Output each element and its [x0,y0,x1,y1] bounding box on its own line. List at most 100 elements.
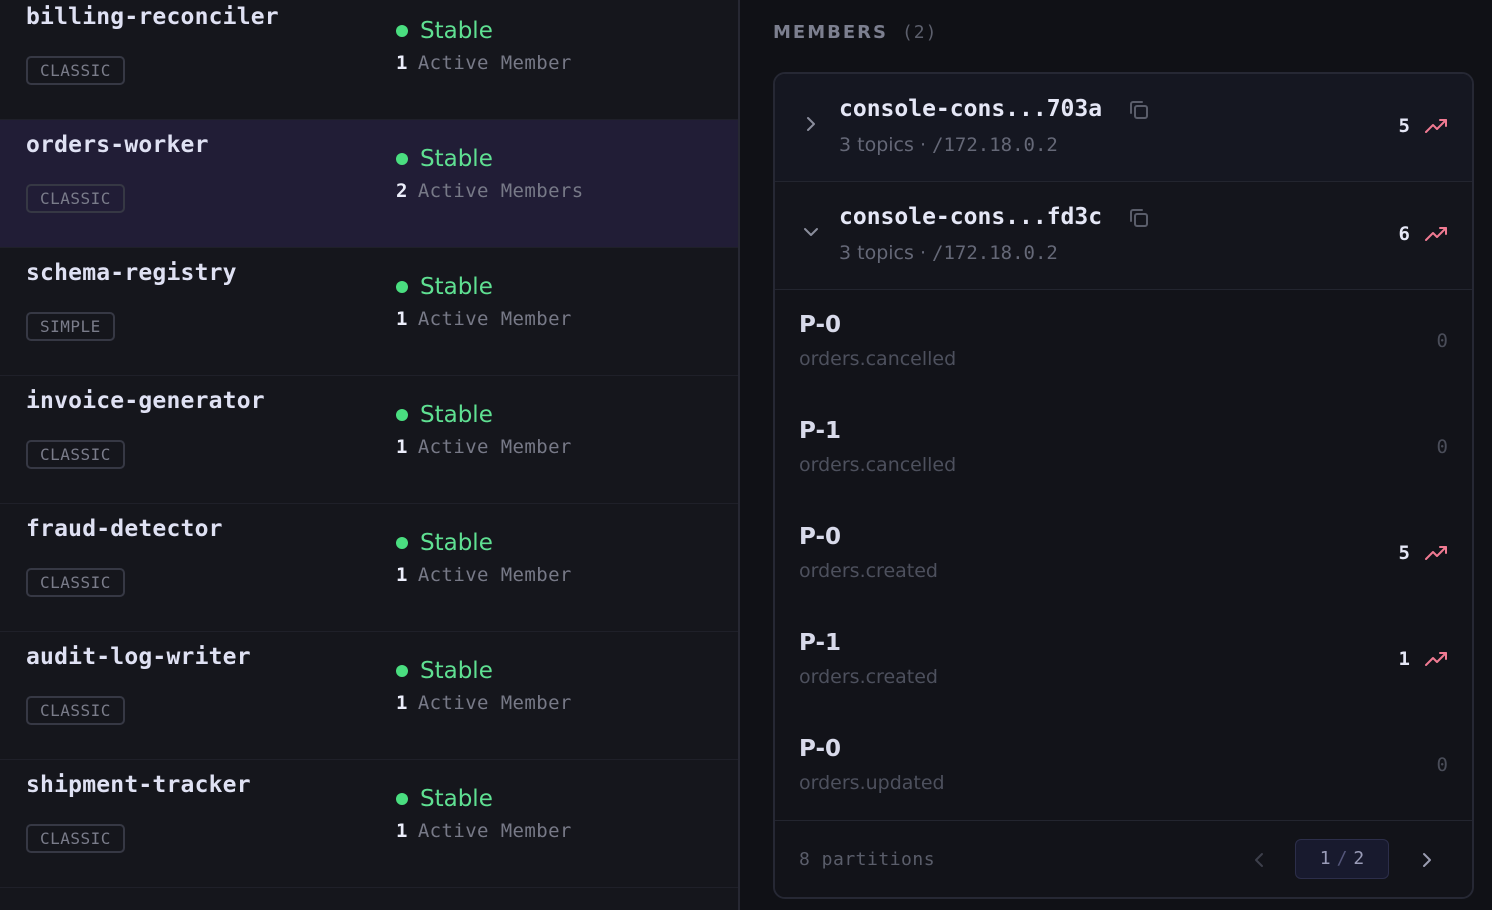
status-dot-icon [396,793,408,805]
group-row-billing-reconciler[interactable]: billing-reconciler CLASSIC Stable 1 Activ… [0,0,738,120]
members-card: console-cons...703a 3 topics · /172.18.0… [773,72,1474,899]
member-label: Active Member [417,692,572,714]
member-lag: 6 [1398,223,1410,245]
members-count: (2) [901,22,938,43]
page-current: 1 [1319,848,1331,869]
group-name: orders-worker [26,132,209,158]
trending-up-icon [1424,115,1450,137]
protocol-badge: CLASSIC [26,568,125,597]
copy-icon[interactable] [1127,206,1151,230]
meta-separator: · [919,134,926,156]
member-count: 1 [396,52,408,74]
status-dot-icon [396,665,408,677]
member-label: Active Member [417,308,572,330]
group-status: Stable [396,144,493,174]
member-label: Active Member [417,564,572,586]
status-text: Stable [420,18,493,44]
members-header: MEMBERS (2) [773,22,937,43]
meta-separator: · [919,242,926,264]
protocol-badge: CLASSIC [26,56,125,85]
active-members: 1 Active Member [396,692,572,714]
active-members: 1 Active Member [396,436,572,458]
group-row-invoice-generator[interactable]: invoice-generator CLASSIC Stable 1 Active… [0,376,738,504]
member-row[interactable]: console-cons...703a 3 topics · /172.18.0… [775,74,1472,182]
members-panel: MEMBERS (2) console-cons...703a 3 topics … [740,0,1492,910]
active-members: 2 Active Members [396,180,584,202]
partition-topic: orders.cancelled [799,454,957,476]
active-members: 1 Active Member [396,308,572,330]
consumer-group-list: billing-reconciler CLASSIC Stable 1 Activ… [0,0,738,910]
partition-lag: 0 [1436,754,1448,776]
group-name: invoice-generator [26,388,265,414]
group-status: Stable [396,784,493,814]
chevron-left-icon[interactable] [1247,848,1271,872]
group-row-schema-registry[interactable]: schema-registry SIMPLE Stable 1 Active Me… [0,248,738,376]
partition-topic: orders.cancelled [799,348,957,370]
partition-name: P-0 [799,736,842,762]
protocol-badge: CLASSIC [26,824,125,853]
partition-lag: 1 [1398,648,1410,670]
member-topics: 3 topics [839,134,914,156]
partition-row: P-0 orders.created 5 [775,502,1472,608]
active-members: 1 Active Member [396,564,572,586]
group-status: Stable [396,528,493,558]
group-row-orders-worker[interactable]: orders-worker CLASSIC Stable 2 Active Mem… [0,120,738,248]
chevron-down-icon[interactable] [801,222,821,242]
status-text: Stable [420,274,493,300]
group-row-audit-log-writer[interactable]: audit-log-writer CLASSIC Stable 1 Active … [0,632,738,760]
member-label: Active Member [417,820,572,842]
member-row[interactable]: console-cons...fd3c 3 topics · /172.18.0… [775,182,1472,290]
member-count: 1 [396,308,408,330]
partitions-footer: 8 partitions 1/2 [775,820,1472,897]
group-status: Stable [396,400,493,430]
partition-row: P-1 orders.cancelled 0 [775,396,1472,502]
group-name: audit-log-writer [26,644,251,670]
status-text: Stable [420,530,493,556]
partition-name: P-1 [799,630,842,656]
partition-topic: orders.updated [799,772,945,794]
status-text: Stable [420,658,493,684]
status-dot-icon [396,281,408,293]
group-status: Stable [396,272,493,302]
member-label: Active Members [417,180,584,202]
member-lag: 5 [1398,115,1410,137]
partition-name: P-0 [799,312,842,338]
members-title: MEMBERS [773,22,888,43]
partition-row: P-0 orders.updated 0 [775,714,1472,820]
trending-up-icon [1424,648,1450,670]
member-topics: 3 topics [839,242,914,264]
member-id: console-cons...703a [839,96,1103,122]
chevron-right-icon[interactable] [801,114,821,134]
status-dot-icon [396,153,408,165]
status-dot-icon [396,537,408,549]
trending-up-icon [1424,223,1450,245]
member-count: 1 [396,436,408,458]
group-name: fraud-detector [26,516,223,542]
group-name: billing-reconciler [26,4,279,30]
partition-lag: 0 [1436,330,1448,352]
page-separator: / [1336,848,1348,869]
member-id: console-cons...fd3c [839,204,1103,230]
group-status: Stable [396,656,493,686]
partition-topic: orders.created [799,560,938,582]
status-text: Stable [420,786,493,812]
group-row-shipment-tracker[interactable]: shipment-tracker CLASSIC Stable 1 Active … [0,760,738,888]
partition-row: P-0 orders.cancelled 0 [775,290,1472,396]
member-count: 1 [396,564,408,586]
protocol-badge: CLASSIC [26,184,125,213]
member-host: /172.18.0.2 [932,242,1058,264]
partition-topic: orders.created [799,666,938,688]
member-label: Active Member [417,436,572,458]
partition-row: P-1 orders.created 1 [775,608,1472,714]
member-count: 2 [396,180,408,202]
member-meta: 3 topics · /172.18.0.2 [839,134,1058,156]
page-indicator: 1/2 [1295,839,1389,879]
protocol-badge: CLASSIC [26,440,125,469]
member-count: 1 [396,820,408,842]
group-name: schema-registry [26,260,237,286]
active-members: 1 Active Member [396,820,572,842]
group-row-fraud-detector[interactable]: fraud-detector CLASSIC Stable 1 Active Me… [0,504,738,632]
status-dot-icon [396,409,408,421]
copy-icon[interactable] [1127,98,1151,122]
chevron-right-icon[interactable] [1415,848,1439,872]
